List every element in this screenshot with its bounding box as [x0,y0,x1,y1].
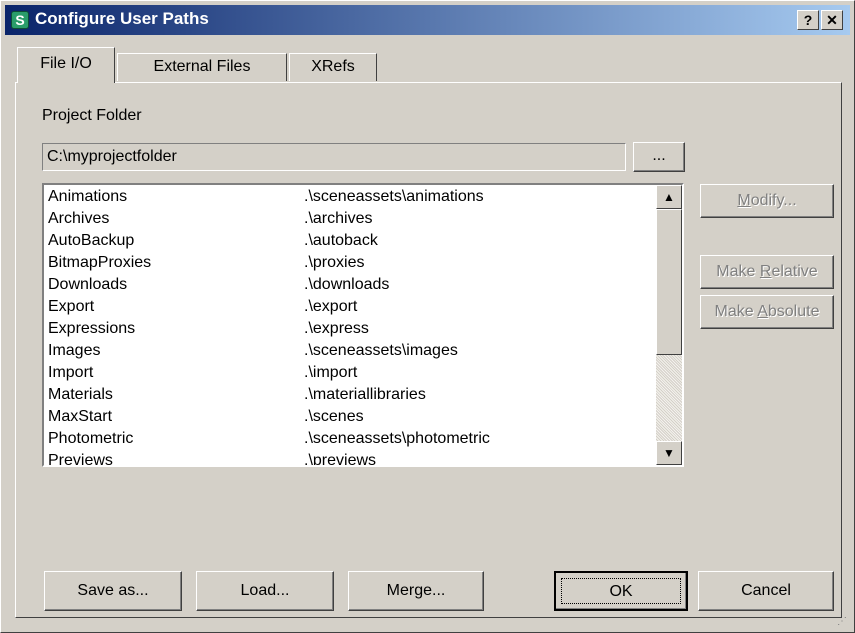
title-bar[interactable]: S Configure User Paths ? ✕ [5,5,850,35]
cancel-button[interactable]: Cancel [698,571,834,611]
modify-button[interactable]: Modify... [700,184,834,218]
path-name: AutoBackup [48,232,135,249]
path-value: .\export [304,298,358,315]
tab-file-io[interactable]: File I/O [17,47,115,83]
path-value: .\import [304,364,358,381]
project-folder-field[interactable]: C:\myprojectfolder [42,143,626,171]
path-name: Import [48,364,94,381]
path-name: Downloads [48,276,128,293]
tab-external-files[interactable]: External Files [117,53,287,81]
path-name: MaxStart [48,408,113,425]
ok-button[interactable]: OK [554,571,688,611]
tab-xrefs[interactable]: XRefs [289,53,377,81]
make-absolute-button[interactable]: Make Absolute [700,295,834,329]
path-value: .\materiallibraries [304,386,426,403]
path-value: .\sceneassets\animations [304,188,484,205]
path-name: Animations [48,188,128,205]
path-name: Photometric [48,430,134,447]
scroll-thumb[interactable] [656,209,682,355]
help-button[interactable]: ? [797,10,819,30]
browse-button[interactable]: ... [633,142,685,172]
path-value: .\scenes [304,408,364,425]
path-value: .\express [304,320,369,337]
path-value: .\previews [304,452,377,465]
path-name: Previews [48,452,113,465]
path-value: .\sceneassets\photometric [304,430,490,447]
path-value: .\archives [304,210,373,227]
dialog-window: S Configure User Paths ? ✕ File I/O Exte… [0,0,855,633]
path-name: Export [48,298,95,315]
path-value: .\downloads [304,276,390,293]
path-name: BitmapProxies [48,254,152,271]
vertical-scrollbar[interactable]: ▲ ▼ [656,185,682,465]
merge-button[interactable]: Merge... [348,571,484,611]
load-button[interactable]: Load... [196,571,334,611]
resize-grip-icon[interactable]: ⋰ [837,615,851,629]
close-icon[interactable]: ✕ [821,10,843,30]
save-as-button[interactable]: Save as... [44,571,182,611]
user-paths-list[interactable]: Animations .\sceneassets\animations Archiv… [42,183,684,467]
path-name: Images [48,342,101,359]
make-relative-button[interactable]: Make Relative [700,255,834,289]
path-name: Expressions [48,320,136,337]
scroll-down-icon[interactable]: ▼ [656,441,682,465]
app-icon: S [11,11,29,29]
path-name: Archives [48,210,110,227]
path-name: Materials [48,386,113,403]
focus-rect [561,578,681,604]
project-folder-label: Project Folder [42,107,142,124]
window-title: Configure User Paths [35,9,209,28]
path-value: .\autoback [304,232,378,249]
scroll-up-icon[interactable]: ▲ [656,185,682,209]
path-value: .\proxies [304,254,365,271]
user-paths-list-items: Animations .\sceneassets\animations Archiv… [44,185,656,465]
path-value: .\sceneassets\images [304,342,458,359]
